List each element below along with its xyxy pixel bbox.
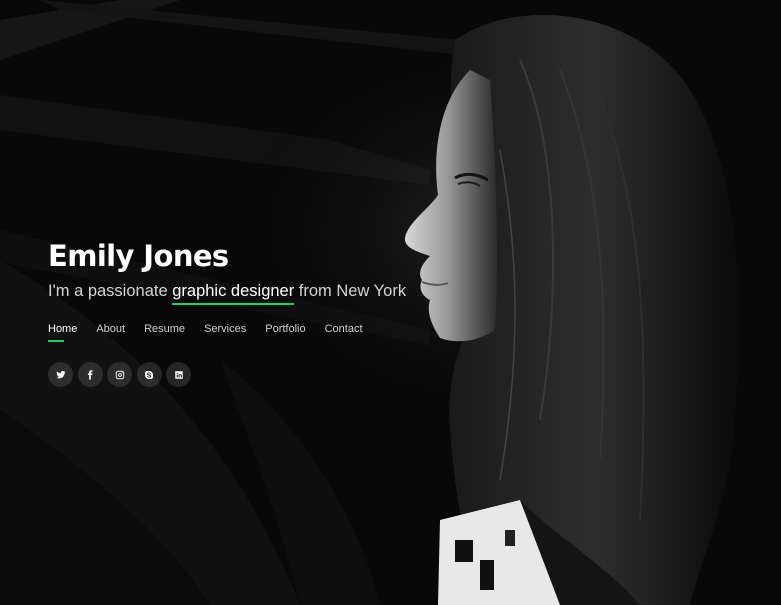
- twitter-icon: [55, 370, 66, 378]
- hero-tagline: I'm a passionate graphic designer from N…: [48, 280, 468, 305]
- facebook-icon: [87, 369, 93, 380]
- nav-link-resume[interactable]: Resume: [144, 322, 185, 342]
- nav-link-portfolio[interactable]: Portfolio: [265, 322, 305, 342]
- instagram-icon: [115, 370, 124, 379]
- main-nav: Home About Resume Services Portfolio Con…: [48, 322, 382, 342]
- twitter-link[interactable]: [48, 362, 73, 387]
- tagline-prefix: I'm a passionate: [48, 282, 173, 300]
- nav-link-about[interactable]: About: [96, 322, 125, 342]
- nav-link-services[interactable]: Services: [204, 322, 246, 342]
- linkedin-icon: [174, 370, 183, 379]
- facebook-link[interactable]: [77, 362, 103, 387]
- tagline-suffix: from New York: [294, 282, 407, 300]
- skype-icon: [144, 370, 154, 379]
- hero-name: Emily Jones: [48, 239, 229, 273]
- hero-section: Emily Jones I'm a passionate graphic des…: [0, 0, 781, 605]
- tagline-role: graphic designer: [172, 282, 295, 305]
- social-links: [48, 362, 196, 387]
- hero-intro: Emily Jones I'm a passionate graphic des…: [48, 236, 468, 305]
- instagram-link[interactable]: [107, 362, 132, 387]
- nav-link-home[interactable]: Home: [48, 322, 77, 342]
- hero-background-photo: [0, 0, 781, 605]
- skype-link[interactable]: [136, 362, 162, 387]
- nav-link-contact[interactable]: Contact: [325, 322, 363, 342]
- linkedin-link[interactable]: [166, 362, 191, 387]
